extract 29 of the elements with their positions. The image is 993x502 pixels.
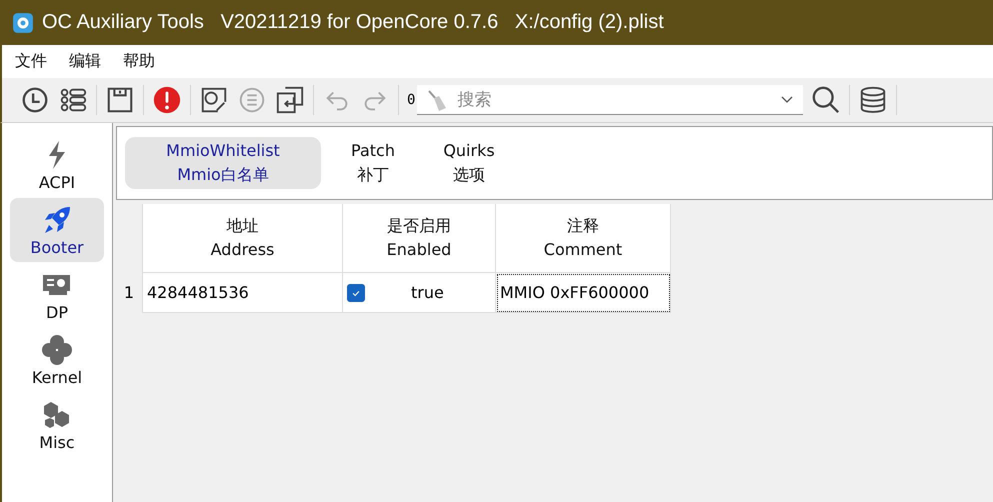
menu-item[interactable]: 文件: [15, 51, 47, 72]
sidebar-item[interactable]: DP: [10, 263, 104, 327]
table-cell: true: [411, 283, 444, 302]
column-header[interactable]: 地址 Address: [142, 204, 342, 272]
tab[interactable]: Quirks 选项: [425, 137, 513, 189]
search-icon[interactable]: [811, 85, 842, 115]
disk-icon[interactable]: [199, 85, 229, 115]
window-title: OC Auxiliary Tools V20211219 for OpenCore 0.7.6 X:/config (2).plist: [42, 11, 664, 34]
menu-item[interactable]: 编辑: [69, 51, 101, 72]
checkbox[interactable]: [347, 284, 365, 302]
clover-icon: [41, 334, 73, 366]
sidebar-item[interactable]: Misc: [10, 393, 104, 457]
column-header[interactable]: 注释 Comment: [496, 204, 670, 272]
sidebar-item[interactable]: ACPI: [10, 133, 104, 197]
column-header[interactable]: 是否启用 Enabled: [342, 204, 496, 272]
sidebar-item[interactable]: Booter: [10, 198, 104, 262]
clock-icon[interactable]: [20, 85, 50, 115]
menu-item[interactable]: 帮助: [123, 51, 155, 72]
table-cell: MMIO 0xFF600000: [496, 272, 670, 312]
sidebar-item[interactable]: Kernel: [10, 328, 104, 392]
match-count: 0: [407, 92, 416, 108]
tab[interactable]: Patch 补丁: [329, 137, 417, 189]
import-icon[interactable]: [275, 85, 305, 115]
error-icon[interactable]: [152, 85, 182, 115]
table-cell: 4284481536: [142, 272, 342, 312]
tab[interactable]: MmioWhitelist Mmio白名单: [125, 137, 321, 189]
caret-icon[interactable]: [781, 96, 794, 104]
save-icon[interactable]: [105, 85, 135, 115]
search-field[interactable]: 搜索: [417, 85, 804, 115]
